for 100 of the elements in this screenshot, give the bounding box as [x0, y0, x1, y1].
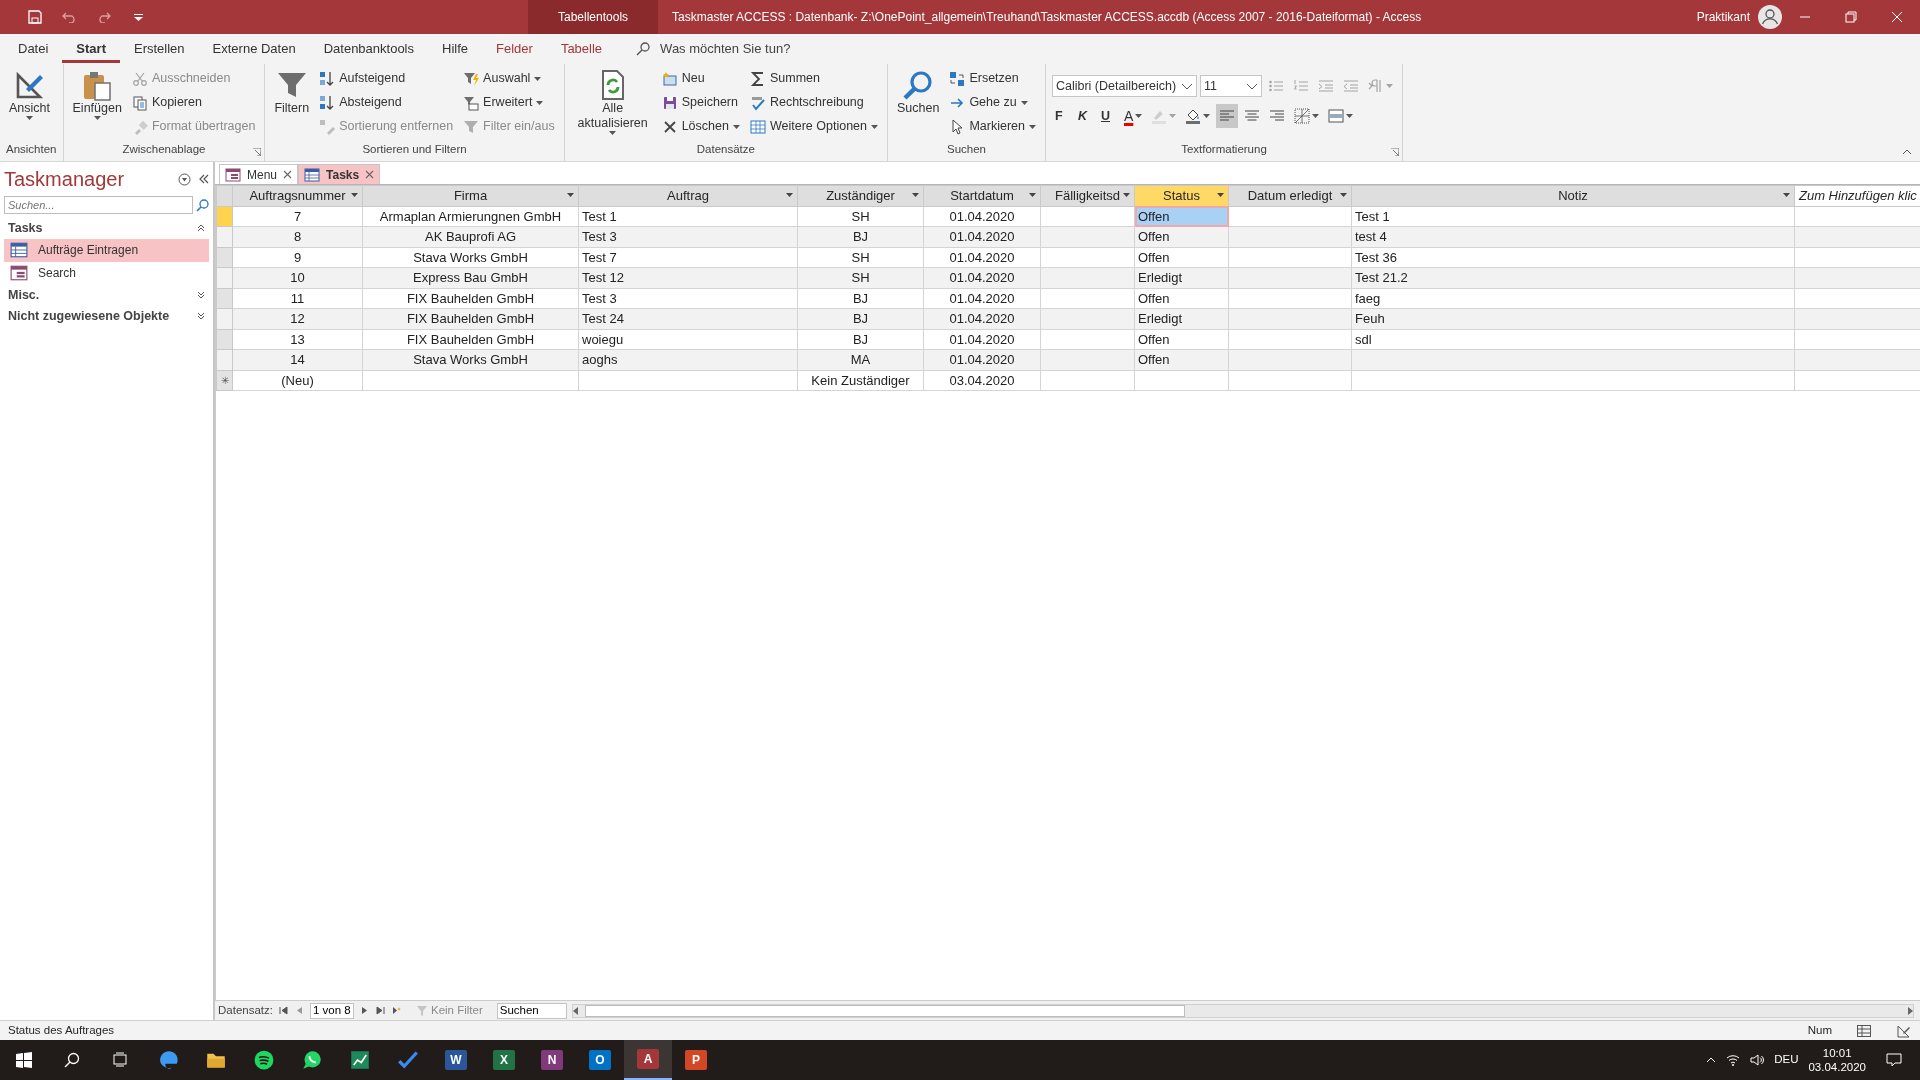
- dropdown-caret-icon[interactable]: [1123, 193, 1130, 197]
- column-header[interactable]: Auftragsnummer: [232, 185, 363, 206]
- taskbar-app-button[interactable]: A: [624, 1040, 672, 1080]
- nav-item[interactable]: Search: [4, 261, 209, 285]
- format-button[interactable]: U: [1097, 104, 1118, 128]
- ribbon-button[interactable]: Markieren: [946, 115, 1039, 138]
- row-selector[interactable]: ✳: [216, 370, 233, 391]
- document-tab[interactable]: Menu: [219, 164, 299, 184]
- ribbon-tab[interactable]: Erstellen: [120, 35, 199, 63]
- column-header[interactable]: Fälligkeitsd: [1040, 185, 1135, 206]
- checkmark-icon: [398, 1050, 418, 1070]
- design-view-button[interactable]: [1896, 1023, 1912, 1038]
- ribbon-tab[interactable]: Externe Daten: [198, 35, 310, 63]
- ribbon-button[interactable]: Ersetzen: [946, 67, 1039, 90]
- caret-icon: [1020, 100, 1028, 105]
- ribbon-button[interactable]: Alle aktualisieren: [570, 67, 655, 137]
- table-cell: SH: [797, 247, 924, 268]
- dialog-launcher-icon[interactable]: [253, 148, 262, 156]
- ribbon-tab[interactable]: Datenbanktools: [309, 35, 428, 63]
- group-header[interactable]: Nicht zugewiesene Objekte: [4, 305, 209, 327]
- column-header[interactable]: Zum Hinzufügen klic: [1794, 185, 1920, 206]
- horizontal-scrollbar[interactable]: [571, 1003, 1914, 1018]
- column-header[interactable]: Notiz: [1351, 185, 1795, 206]
- avatar-icon: [1758, 5, 1782, 29]
- ribbon-button[interactable]: Auswahl: [460, 67, 558, 90]
- ribbon-button[interactable]: Filtern: [271, 67, 313, 118]
- taskbar-app-button[interactable]: P: [672, 1040, 720, 1080]
- collapse-ribbon-icon[interactable]: [1902, 149, 1912, 155]
- taskbar-app-button[interactable]: W: [432, 1040, 480, 1080]
- document-tab[interactable]: Tasks: [298, 164, 381, 184]
- ribbon-tab[interactable]: Tabelle: [546, 35, 617, 63]
- format-button[interactable]: F: [1051, 104, 1072, 128]
- dropdown-caret-icon[interactable]: [1783, 193, 1790, 197]
- ribbon-tab[interactable]: Felder: [482, 35, 547, 63]
- last-record-button[interactable]: [375, 1006, 386, 1015]
- dropdown-caret-icon[interactable]: [786, 193, 793, 197]
- font-combo[interactable]: 11: [1199, 75, 1262, 97]
- ribbon-button[interactable]: Suchen: [894, 67, 943, 118]
- caret-icon: [871, 124, 878, 129]
- dropdown-caret-icon[interactable]: [351, 193, 358, 197]
- datasheet-view-button[interactable]: [1856, 1024, 1872, 1037]
- first-record-button[interactable]: [278, 1006, 289, 1015]
- dropdown-caret-icon[interactable]: [912, 193, 919, 197]
- search-icon: [636, 42, 651, 56]
- record-position-field[interactable]: 1 von 8: [310, 1002, 354, 1019]
- table-cell: Test 3: [578, 288, 798, 309]
- column-header[interactable]: Zuständiger: [797, 185, 924, 206]
- ribbon-button[interactable]: Kopieren: [128, 91, 259, 114]
- column-header[interactable]: Datum erledigt: [1228, 185, 1352, 206]
- record-search-field[interactable]: Suchen: [496, 1002, 567, 1019]
- ribbon-button[interactable]: Neu: [658, 67, 743, 90]
- ribbon-button[interactable]: Summen: [746, 67, 881, 90]
- nav-item[interactable]: Aufträge Eintragen: [4, 238, 209, 262]
- ribbon-button[interactable]: Aufsteigend: [316, 67, 457, 90]
- indent-icon: [1317, 78, 1334, 94]
- dropdown-caret-icon[interactable]: [567, 193, 574, 197]
- dropdown-circle-icon: [178, 172, 191, 186]
- next-record-button[interactable]: [359, 1006, 370, 1015]
- align-right-icon: [1269, 108, 1286, 124]
- column-header[interactable]: Auftrag: [578, 185, 798, 206]
- ribbon-button[interactable]: Löschen: [658, 115, 743, 138]
- chart-icon: [350, 1050, 370, 1070]
- ribbon-button[interactable]: Weitere Optionen: [746, 115, 881, 138]
- chat-icon: [302, 1050, 322, 1070]
- new-record-icon: [392, 1006, 401, 1015]
- search-field[interactable]: Suchen...: [4, 196, 193, 214]
- format-button[interactable]: A: [1120, 104, 1146, 128]
- font-combo[interactable]: Calibri (Detailbereich): [1051, 75, 1197, 97]
- table-cell: Kein Zuständiger: [797, 370, 924, 391]
- ribbon-button[interactable]: Gehe zu: [946, 91, 1039, 114]
- group-header[interactable]: Misc.: [4, 284, 209, 306]
- ribbon-button[interactable]: Absteigend: [316, 91, 457, 114]
- ribbon-button[interactable]: Rechtschreibung: [746, 91, 881, 114]
- dropdown-caret-icon[interactable]: [1340, 193, 1347, 197]
- taskbar-app-button[interactable]: O: [576, 1040, 624, 1080]
- ribbon-button[interactable]: Ansicht: [6, 67, 53, 122]
- previous-record-button[interactable]: [294, 1006, 305, 1015]
- group-header[interactable]: Tasks: [4, 218, 209, 239]
- ribbon-button[interactable]: Speichern: [658, 91, 743, 114]
- table-cell: 13: [232, 329, 363, 350]
- taskbar-app-button[interactable]: X: [480, 1040, 528, 1080]
- ribbon-tab[interactable]: Datei: [4, 35, 63, 63]
- dropdown-caret-icon[interactable]: [1029, 193, 1036, 197]
- table-cell: test 4: [1351, 226, 1795, 247]
- column-header[interactable]: Status: [1134, 185, 1229, 206]
- tell-me-field[interactable]: Was möchten Sie tun?: [658, 38, 859, 60]
- table-cell: BJ: [797, 329, 924, 350]
- taskbar-app-button[interactable]: N: [528, 1040, 576, 1080]
- ribbon-tab[interactable]: Hilfe: [428, 35, 483, 63]
- scroll-right-icon: [1907, 1006, 1913, 1015]
- chevron-down-icon: [1180, 82, 1193, 90]
- ribbon-button[interactable]: Erweitert: [460, 91, 558, 114]
- format-button[interactable]: K: [1074, 104, 1095, 128]
- new-record-button[interactable]: [391, 1006, 402, 1015]
- dialog-launcher-icon[interactable]: [1390, 148, 1399, 156]
- table-icon: [10, 241, 28, 260]
- column-header[interactable]: Startdatum: [923, 185, 1041, 206]
- dropdown-caret-icon[interactable]: [1217, 193, 1224, 197]
- ribbon-button[interactable]: Einfügen: [69, 67, 125, 122]
- column-header[interactable]: Firma: [362, 185, 579, 206]
